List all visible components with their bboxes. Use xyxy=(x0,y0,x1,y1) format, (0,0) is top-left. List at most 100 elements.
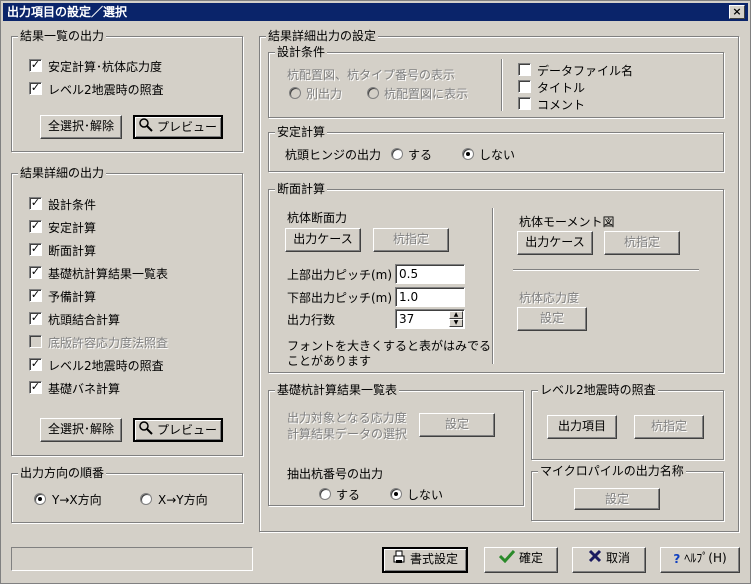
lower-pitch-input[interactable]: 1.0 xyxy=(395,287,465,307)
divider xyxy=(513,269,699,271)
extract-yes-label: する xyxy=(336,488,361,502)
design-conditions-title: 設計条件 xyxy=(275,45,328,59)
summary-item-label: レベル2地震時の照査 xyxy=(48,83,164,97)
cancel-button[interactable]: 取消 xyxy=(572,547,646,573)
rows-value: 37 xyxy=(399,312,415,326)
summary-item-checkbox[interactable]: ✓ xyxy=(29,82,42,95)
spin-up-icon[interactable]: ▲ xyxy=(449,311,463,319)
rows-spinner[interactable]: 37 ▲ ▼ xyxy=(395,309,465,329)
detail-item-label: 底版許容応力度法照査 xyxy=(48,336,169,350)
detail-settings-title: 結果詳細出力の設定 xyxy=(266,29,379,43)
design-check-checkbox[interactable] xyxy=(518,97,531,110)
moment-output-case-button[interactable]: 出力ケース xyxy=(517,231,593,255)
detail-item-label: 安定計算 xyxy=(48,221,97,235)
pile-display-label: 杭配置図、杭タイプ番号の表示 xyxy=(287,68,456,82)
rows-spinner-arrows[interactable]: ▲ ▼ xyxy=(449,311,463,327)
level2-output-items-button[interactable]: 出力項目 xyxy=(547,415,617,439)
design-check-checkbox[interactable] xyxy=(518,80,531,93)
ok-button[interactable]: 確定 xyxy=(484,547,558,573)
printer-icon xyxy=(392,550,406,570)
detail-settings-group: 結果詳細出力の設定 設計条件 杭配置図、杭タイプ番号の表示 別出力 杭配置図に表… xyxy=(259,29,739,532)
detail-item-label: 基礎杭計算結果一覧表 xyxy=(48,267,169,281)
checkmark-icon xyxy=(498,549,516,569)
direction-title: 出力方向の順番 xyxy=(18,466,107,480)
summary-preview-button[interactable]: プレビュー xyxy=(133,115,223,139)
in-layout-radio[interactable] xyxy=(367,87,379,99)
stability-group: 安定計算 杭頭ヒンジの出力 する しない xyxy=(268,125,724,172)
design-conditions-group: 設計条件 杭配置図、杭タイプ番号の表示 別出力 杭配置図に表示 データファイル名… xyxy=(268,45,724,118)
micropile-group: マイクロパイルの出力名称 設定 xyxy=(531,464,724,521)
preview-icon xyxy=(139,117,153,138)
pile-moment-diagram-label: 杭体モーメント図 xyxy=(519,215,615,229)
lower-pitch-label: 下部出力ピッチ(m) xyxy=(287,291,393,305)
stability-title: 安定計算 xyxy=(275,125,328,139)
level2-pile-specify-button[interactable]: 杭指定 xyxy=(634,415,704,439)
close-button[interactable]: × xyxy=(729,5,745,19)
section-pile-specify-button[interactable]: 杭指定 xyxy=(373,228,449,252)
detail-item-label: 基礎バネ計算 xyxy=(48,382,121,396)
detail-item-checkbox[interactable]: ✓ xyxy=(29,358,42,371)
help-button[interactable]: ? ﾍﾙﾌﾟ(H) xyxy=(660,547,740,573)
title-bar: 出力項目の設定／選択 × xyxy=(3,3,748,21)
upper-pitch-input[interactable]: 0.5 xyxy=(395,264,465,284)
spin-down-icon[interactable]: ▼ xyxy=(449,319,463,327)
summary-select-all-button[interactable]: 全選択･解除 xyxy=(40,115,122,139)
stress-select-line1: 出力対象となる応力度 xyxy=(287,411,407,425)
stress-select-line2: 計算結果データの選択 xyxy=(287,427,408,441)
help-icon: ? xyxy=(673,551,681,566)
extract-no-radio[interactable] xyxy=(390,488,402,500)
hinge-output-label: 杭頭ヒンジの出力 xyxy=(285,148,382,162)
design-check-label: データファイル名 xyxy=(537,64,634,78)
help-label: ﾍﾙﾌﾟ(H) xyxy=(684,551,727,565)
direction-yx-radio[interactable] xyxy=(34,493,46,505)
pile-table-setting-button[interactable]: 設定 xyxy=(419,413,495,437)
moment-pile-specify-button[interactable]: 杭指定 xyxy=(604,231,680,255)
detail-select-all-button[interactable]: 全選択･解除 xyxy=(40,418,122,442)
summary-item-label: 安定計算･杭体応力度 xyxy=(48,60,163,74)
radio-dot xyxy=(394,492,398,496)
micropile-title: マイクロパイルの出力名称 xyxy=(538,464,686,478)
extract-yes-radio[interactable] xyxy=(319,488,331,500)
detail-item-checkbox[interactable]: ✓ xyxy=(29,243,42,256)
cancel-x-icon xyxy=(588,549,602,569)
format-settings-button[interactable]: 書式設定 xyxy=(382,547,468,573)
summary-output-title: 結果一覧の出力 xyxy=(18,29,107,43)
direction-yx-label: Y→X方向 xyxy=(52,493,102,507)
hinge-yes-radio[interactable] xyxy=(391,148,403,160)
detail-item-checkbox[interactable]: ✓ xyxy=(29,197,42,210)
cancel-label: 取消 xyxy=(605,551,630,565)
separate-output-radio[interactable] xyxy=(289,87,301,99)
rows-label: 出力行数 xyxy=(287,313,336,327)
detail-preview-button[interactable]: プレビュー xyxy=(133,418,223,442)
detail-preview-label: プレビュー xyxy=(156,423,217,437)
detail-item-checkbox[interactable]: ✓ xyxy=(29,381,42,394)
summary-item-checkbox[interactable]: ✓ xyxy=(29,59,42,72)
window-title: 出力項目の設定／選択 xyxy=(7,5,128,19)
detail-item-checkbox[interactable]: ✓ xyxy=(29,312,42,325)
level2-group: レベル2地震時の照査 出力項目 杭指定 xyxy=(531,383,724,460)
detail-item-label: 予備計算 xyxy=(48,290,97,304)
pile-stress-label: 杭体応力度 xyxy=(519,291,580,305)
detail-output-title: 結果詳細の出力 xyxy=(18,166,107,180)
detail-item-checkbox[interactable]: ✓ xyxy=(29,266,42,279)
radio-dot xyxy=(466,152,470,156)
pile-stress-setting-button[interactable]: 設定 xyxy=(517,307,587,331)
detail-item-label: 断面計算 xyxy=(48,244,97,258)
summary-output-group: 結果一覧の出力 ✓ 安定計算･杭体応力度 ✓ レベル2地震時の照査 全選択･解除 プレ… xyxy=(11,29,243,152)
design-check-label: タイトル xyxy=(537,81,586,95)
hinge-no-radio[interactable] xyxy=(462,148,474,160)
section-output-case-button[interactable]: 出力ケース xyxy=(285,228,361,252)
detail-item-checkbox[interactable]: ✓ xyxy=(29,289,42,302)
micropile-setting-button[interactable]: 設定 xyxy=(574,488,660,510)
detail-item-checkbox[interactable] xyxy=(29,335,42,348)
font-note-line2: ことがあります xyxy=(287,354,372,368)
status-box xyxy=(11,547,253,571)
radio-dot xyxy=(38,497,42,501)
direction-xy-label: X→Y方向 xyxy=(158,493,208,507)
direction-xy-radio[interactable] xyxy=(140,493,152,505)
section-calc-title: 断面計算 xyxy=(275,182,328,196)
detail-item-checkbox[interactable]: ✓ xyxy=(29,220,42,233)
detail-item-label: 杭頭結合計算 xyxy=(48,313,121,327)
design-check-checkbox[interactable] xyxy=(518,63,531,76)
dialog-window: 出力項目の設定／選択 × 結果一覧の出力 ✓ 安定計算･杭体応力度 ✓ レベル2地震時… xyxy=(0,0,751,584)
